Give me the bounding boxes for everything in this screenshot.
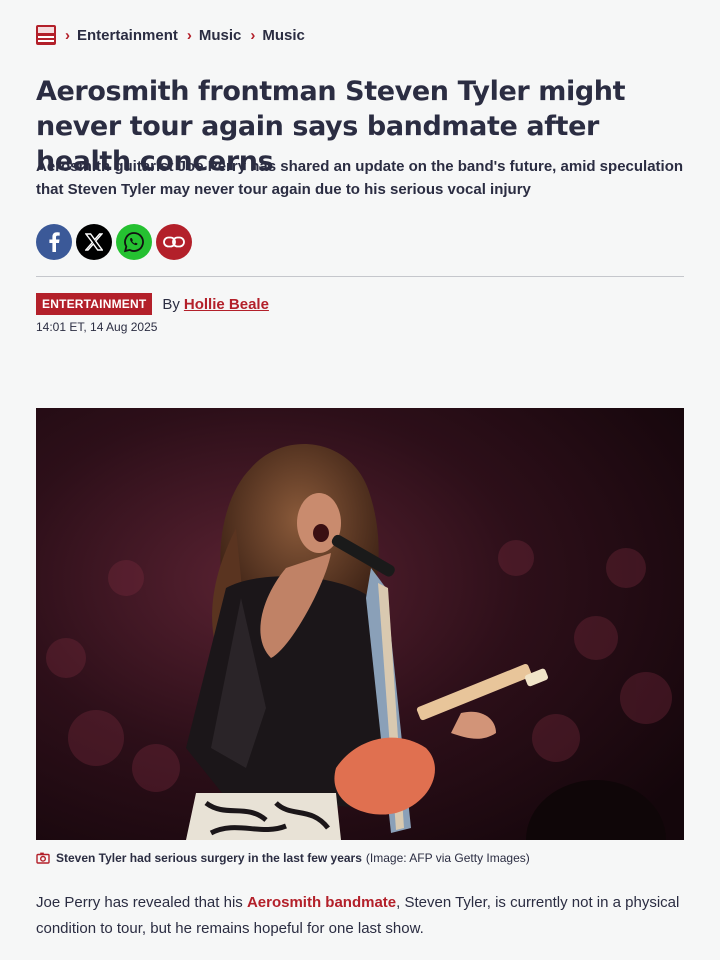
concert-photo	[36, 408, 684, 840]
breadcrumb-music[interactable]: Music	[199, 27, 242, 44]
chevron-right-icon: ›	[186, 26, 192, 44]
share-link-button[interactable]	[156, 224, 192, 260]
mirror-logo-icon[interactable]	[36, 25, 56, 45]
article-paragraph: Joe Perry has revealed that his Aerosmit…	[36, 890, 684, 942]
article-hero-image	[36, 408, 684, 840]
author-link[interactable]: Hollie Beale	[184, 296, 269, 313]
header-divider	[36, 276, 684, 277]
chevron-right-icon: ›	[65, 26, 70, 44]
camera-icon	[36, 852, 50, 864]
breadcrumb-entertainment[interactable]: Entertainment	[77, 27, 178, 44]
share-x-button[interactable]	[76, 224, 112, 260]
paragraph-text-start: Joe Perry has revealed that his	[36, 894, 247, 911]
aerosmith-bandmate-link[interactable]: Aerosmith bandmate	[247, 894, 396, 911]
breadcrumb-music-sub[interactable]: Music	[262, 27, 305, 44]
publish-timestamp: 14:01 ET, 14 Aug 2025	[36, 320, 158, 334]
whatsapp-icon	[123, 232, 144, 253]
image-caption: Steven Tyler had serious surgery in the …	[36, 851, 530, 865]
breadcrumb: › Entertainment › Music › Music	[36, 24, 305, 46]
article-standfirst: Aerosmith guitarist Joe Perry has shared…	[36, 158, 684, 198]
byline-row: ENTERTAINMENT By Hollie Beale	[36, 293, 269, 315]
byline-prefix: By	[162, 295, 180, 313]
facebook-icon	[49, 232, 60, 252]
x-icon	[85, 233, 103, 251]
share-whatsapp-button[interactable]	[116, 224, 152, 260]
caption-text: Steven Tyler had serious surgery in the …	[56, 851, 362, 865]
link-icon	[163, 236, 185, 248]
share-facebook-button[interactable]	[36, 224, 72, 260]
chevron-right-icon: ›	[250, 26, 256, 44]
category-badge[interactable]: ENTERTAINMENT	[36, 293, 153, 315]
share-bar	[36, 224, 196, 260]
caption-credit: (Image: AFP via Getty Images)	[365, 851, 530, 865]
